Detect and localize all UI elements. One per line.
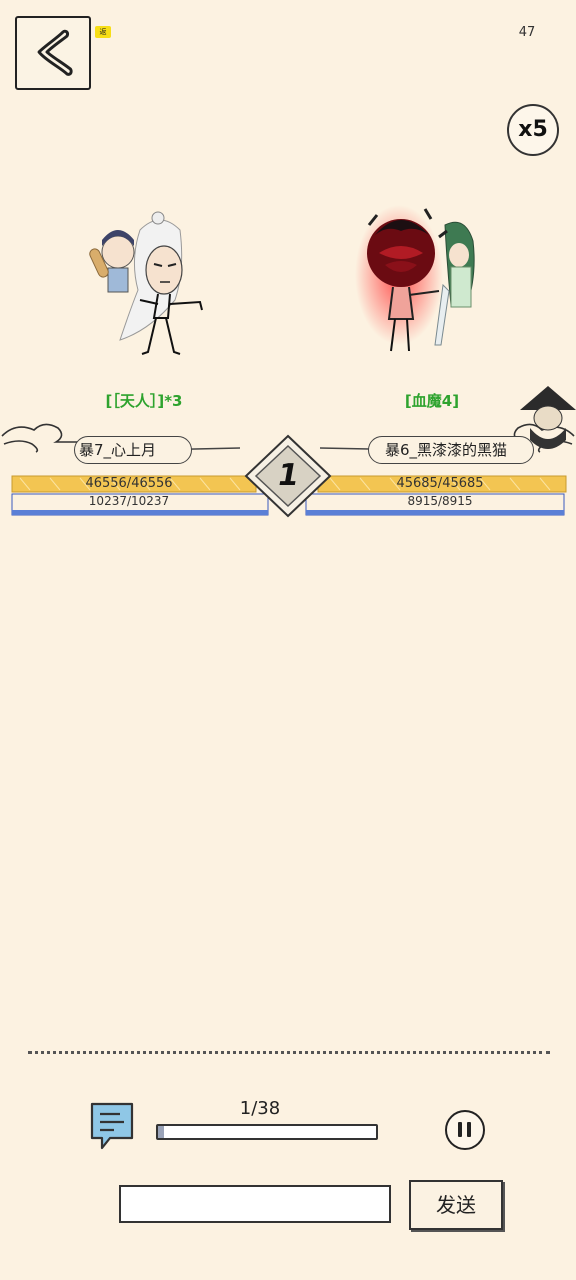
left-cloud-ornament: [1, 423, 80, 453]
right-player-name: 暴6_黑漆漆的黑猫: [368, 436, 534, 464]
log-divider: [28, 1051, 550, 1054]
left-fighter: [80, 200, 220, 360]
left-mp-text: 10237/10237: [88, 494, 170, 508]
right-fighter: [355, 195, 495, 355]
status-number: 47: [518, 25, 536, 40]
battle-progress-bar[interactable]: [156, 1124, 378, 1140]
back-button[interactable]: [15, 16, 91, 90]
right-mp-text: 8915/8915: [407, 494, 473, 508]
send-button[interactable]: 发送: [409, 1180, 503, 1230]
round-number: 1: [274, 458, 302, 493]
left-player-name: 暴7_心上月: [74, 436, 192, 464]
chat-button[interactable]: [88, 1100, 136, 1150]
back-badge: 返: [95, 26, 111, 38]
chat-bubble-icon: [90, 1102, 134, 1150]
battle-progress-text: 1/38: [239, 1098, 281, 1119]
pause-button[interactable]: [445, 1110, 485, 1150]
left-hp-text: 46556/46556: [85, 476, 173, 491]
message-input[interactable]: [119, 1185, 391, 1223]
right-hp-text: 45685/45685: [396, 476, 484, 491]
battle-progress-fill: [158, 1126, 164, 1138]
left-companion: [89, 230, 135, 293]
speed-button[interactable]: x5: [507, 104, 559, 156]
chevron-left-icon: [37, 29, 73, 76]
